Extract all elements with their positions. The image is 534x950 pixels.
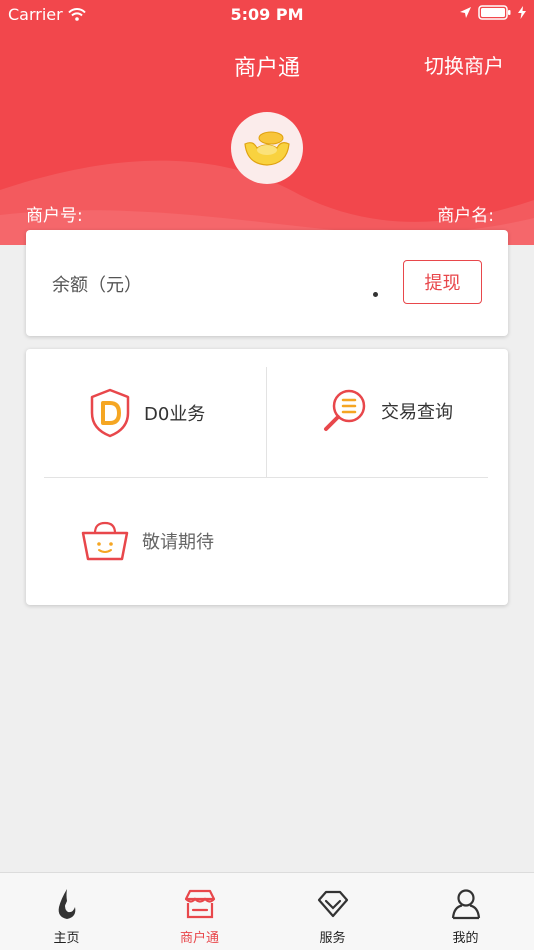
balance-card: 余额（元） 提现 bbox=[26, 230, 508, 336]
magnifier-list-icon bbox=[324, 389, 366, 431]
charging-icon bbox=[518, 6, 526, 19]
location-arrow-icon bbox=[460, 7, 471, 18]
shield-d-icon bbox=[90, 388, 130, 438]
header: Carrier 5:09 PM 商户通 切换商户 商户号: 商户名: bbox=[0, 0, 534, 245]
status-time: 5:09 PM bbox=[230, 5, 304, 24]
status-bar: Carrier 5:09 PM bbox=[0, 0, 534, 28]
home-flame-icon bbox=[58, 889, 75, 919]
tab-mine[interactable]: 我的 bbox=[399, 873, 532, 950]
tab-label: 主页 bbox=[53, 931, 80, 946]
menu-item-label: D0业务 bbox=[144, 404, 206, 425]
withdraw-button[interactable]: 提现 bbox=[403, 260, 482, 304]
tab-label: 商户通 bbox=[179, 931, 219, 946]
coming-soon-item[interactable]: 敬请期待 bbox=[80, 519, 214, 563]
menu-item-label: 交易查询 bbox=[381, 402, 453, 423]
transaction-query-button[interactable]: 交易查询 bbox=[321, 387, 453, 435]
gold-ingot-icon bbox=[244, 131, 290, 166]
menu-card: D0业务 交易查询 敬请期待 bbox=[26, 349, 508, 605]
tab-merchant[interactable]: 商户通 bbox=[133, 873, 266, 950]
menu-item-label: 敬请期待 bbox=[142, 532, 214, 553]
tab-home[interactable]: 主页 bbox=[0, 873, 133, 950]
merchant-name-label: 商户名: bbox=[437, 206, 494, 226]
merchant-no-label: 商户号: bbox=[26, 206, 83, 226]
tab-services[interactable]: 服务 bbox=[266, 873, 399, 950]
user-icon bbox=[451, 889, 480, 920]
balance-label: 余额（元） bbox=[52, 275, 142, 296]
tab-bar: 主页 商户通 服务 我的 bbox=[0, 872, 534, 950]
diamond-icon bbox=[317, 890, 348, 918]
store-icon bbox=[184, 889, 215, 919]
tab-label: 服务 bbox=[319, 931, 346, 946]
avatar bbox=[231, 112, 303, 184]
balance-value bbox=[373, 292, 378, 297]
basket-icon bbox=[81, 521, 129, 561]
status-right bbox=[459, 5, 526, 20]
battery-icon bbox=[478, 5, 511, 20]
d0-business-button[interactable]: D0业务 bbox=[88, 387, 205, 439]
switch-merchant-button[interactable]: 切换商户 bbox=[424, 50, 504, 79]
divider bbox=[266, 367, 267, 477]
tab-label: 我的 bbox=[452, 931, 479, 946]
divider bbox=[44, 477, 488, 478]
